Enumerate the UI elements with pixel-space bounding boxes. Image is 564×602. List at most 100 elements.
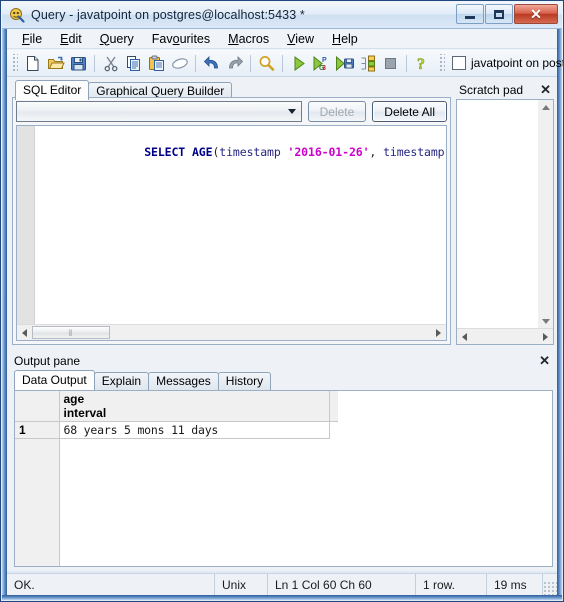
help-question-icon[interactable]: ? xyxy=(411,52,434,75)
query-window-icon xyxy=(9,7,25,23)
sql-token-age: AGE xyxy=(191,145,213,159)
output-tabstrip: Data Output Explain Messages History xyxy=(7,370,557,390)
open-folder-icon[interactable] xyxy=(44,52,67,75)
tab-history[interactable]: History xyxy=(217,372,272,390)
status-message: OK. xyxy=(7,574,215,595)
status-duration: 19 ms xyxy=(487,574,543,595)
table-row[interactable]: 1 68 years 5 mons 11 days xyxy=(15,421,338,439)
sql-token-comma: , xyxy=(369,145,384,159)
sql-token-timestamp-1: timestamp xyxy=(219,145,281,159)
copy-icon[interactable] xyxy=(122,52,145,75)
pgadmin-query-window: Query - javatpoint on postgres@localhost… xyxy=(0,0,564,602)
resize-grip-icon[interactable] xyxy=(543,581,557,595)
status-bar: OK. Unix Ln 1 Col 60 Ch 60 1 row. 19 ms xyxy=(7,573,557,595)
delete-button[interactable]: Delete xyxy=(307,101,367,122)
toolbar: P 3 G ? javatpoint on postg xyxy=(7,50,563,77)
connection-checkbox[interactable] xyxy=(452,56,466,70)
sql-horizontal-scrollbar[interactable]: ‖ xyxy=(17,324,446,340)
tab-data-output[interactable]: Data Output xyxy=(14,370,95,390)
svg-text:P: P xyxy=(322,57,327,64)
svg-text:G: G xyxy=(319,65,325,72)
save-icon[interactable] xyxy=(67,52,90,75)
cell-age[interactable]: 68 years 5 mons 11 days xyxy=(59,421,330,439)
find-magnifier-icon[interactable] xyxy=(255,52,278,75)
scratchpad-vscroll-track[interactable] xyxy=(538,115,553,314)
scroll-left-arrow-icon-2[interactable] xyxy=(457,329,472,344)
window-controls: ✕ xyxy=(455,4,558,24)
scratchpad-box[interactable] xyxy=(456,99,554,345)
column-header-age[interactable]: age interval xyxy=(59,391,330,422)
execute-play-icon[interactable] xyxy=(287,52,310,75)
toolbar-separator xyxy=(94,54,95,72)
scroll-up-arrow-icon[interactable] xyxy=(538,100,553,115)
column-header-filler xyxy=(329,391,338,422)
title-bar: Query - javatpoint on postgres@localhost… xyxy=(2,2,562,29)
cut-scissors-icon[interactable] xyxy=(99,52,122,75)
menu-item-query[interactable]: Query xyxy=(91,30,143,48)
minimize-button[interactable] xyxy=(456,4,484,24)
editor-box: Delete Delete All SELECT AGE(timestamp '… xyxy=(12,97,451,345)
toolbar-separator xyxy=(250,54,251,72)
row-number[interactable]: 1 xyxy=(15,421,60,439)
sql-space xyxy=(185,145,192,159)
execute-to-file-icon[interactable] xyxy=(333,52,356,75)
status-line-ending: Unix xyxy=(215,574,268,595)
tab-messages[interactable]: Messages xyxy=(148,372,219,390)
column-type: interval xyxy=(63,406,107,420)
eraser-icon[interactable] xyxy=(168,52,191,75)
scratchpad-textarea[interactable] xyxy=(457,100,538,329)
menu-item-file[interactable]: File xyxy=(13,30,51,48)
query-history-combo[interactable] xyxy=(16,101,302,122)
window-border-right xyxy=(557,29,562,600)
scratchpad-pane: Scratch pad ✕ xyxy=(454,77,557,348)
menu-item-favourites[interactable]: Favourites xyxy=(143,30,219,48)
tab-sql-editor[interactable]: SQL Editor xyxy=(15,80,90,100)
maximize-icon xyxy=(494,9,504,19)
sql-space-2 xyxy=(281,145,288,159)
toolbar-grip[interactable] xyxy=(11,53,18,73)
sql-text-area[interactable]: SELECT AGE(timestamp '2016-01-26', times… xyxy=(16,125,447,341)
paste-clipboard-icon[interactable] xyxy=(145,52,168,75)
connection-selector[interactable]: javatpoint on postg xyxy=(448,52,564,74)
scroll-right-arrow-icon[interactable] xyxy=(431,325,446,340)
new-file-icon[interactable] xyxy=(21,52,44,75)
scratchpad-header: Scratch pad ✕ xyxy=(454,80,557,99)
sql-gutter xyxy=(17,126,35,325)
maximize-button[interactable] xyxy=(485,4,513,24)
grid-corner-cell[interactable] xyxy=(15,391,60,422)
scroll-right-arrow-icon-2[interactable] xyxy=(538,329,553,344)
scratchpad-close-icon[interactable]: ✕ xyxy=(536,83,555,96)
tab-explain[interactable]: Explain xyxy=(93,372,150,390)
sql-text-content[interactable]: SELECT AGE(timestamp '2016-01-26', times… xyxy=(35,126,446,325)
explain-analyze-icon[interactable] xyxy=(356,52,379,75)
menu-item-macros[interactable]: Macros xyxy=(219,30,278,48)
stop-square-icon[interactable] xyxy=(379,52,402,75)
menu-item-edit[interactable]: Edit xyxy=(51,30,91,48)
cell-filler xyxy=(329,421,338,439)
column-name: age xyxy=(63,392,85,406)
sql-hscroll-thumb[interactable]: ‖ xyxy=(32,326,110,339)
delete-all-button[interactable]: Delete All xyxy=(372,101,447,122)
explain-query-icon[interactable]: P 3 G xyxy=(310,52,333,75)
minimize-icon xyxy=(465,15,475,19)
close-button[interactable]: ✕ xyxy=(514,4,558,24)
close-icon: ✕ xyxy=(530,6,542,22)
window-title: Query - javatpoint on postgres@localhost… xyxy=(31,8,305,22)
scratchpad-horizontal-scrollbar[interactable] xyxy=(457,328,553,344)
connection-label: javatpoint on postg xyxy=(471,56,564,70)
redo-arrow-icon[interactable] xyxy=(223,52,246,75)
undo-arrow-icon[interactable] xyxy=(200,52,223,75)
scroll-left-arrow-icon[interactable] xyxy=(17,325,32,340)
data-output-grid[interactable]: age interval 1 68 years 5 mons 11 days xyxy=(14,390,553,567)
sql-space-3 xyxy=(445,145,447,159)
menu-item-view[interactable]: View xyxy=(278,30,323,48)
table-header-row: age interval xyxy=(15,391,338,422)
output-pane-close-icon[interactable]: ✕ xyxy=(535,354,554,367)
menu-item-help[interactable]: Help xyxy=(323,30,367,48)
scratchpad-vertical-scrollbar[interactable] xyxy=(538,100,553,329)
toolbar-grip-2[interactable] xyxy=(438,53,445,73)
scroll-down-arrow-icon[interactable] xyxy=(538,314,553,329)
chevron-down-icon xyxy=(287,109,296,114)
menu-bar: File Edit Query Favourites Macros View H… xyxy=(7,29,557,49)
output-pane-header: Output pane ✕ xyxy=(7,351,557,370)
